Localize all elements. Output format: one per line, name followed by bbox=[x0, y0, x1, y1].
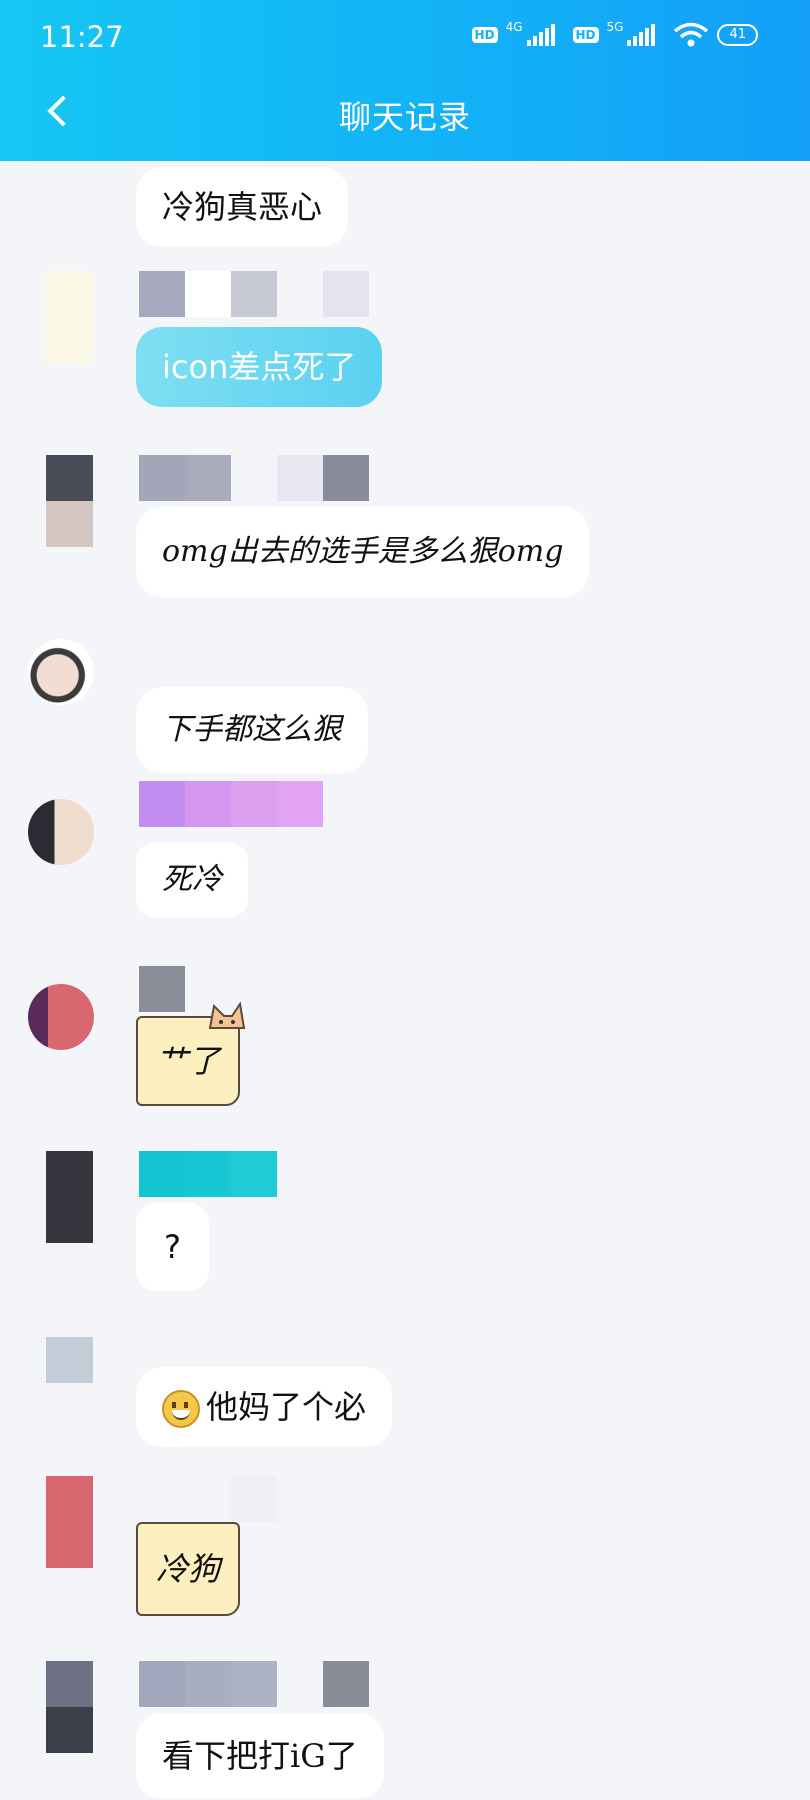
network-4g-label: 4G bbox=[505, 20, 523, 34]
sender-name-masked bbox=[139, 1661, 369, 1707]
avatar[interactable] bbox=[46, 271, 93, 363]
battery-icon: 41 bbox=[717, 24, 758, 46]
avatar[interactable] bbox=[28, 799, 94, 865]
app-header: 11:27 HD 4G HD 5G 41 聊天记录 bbox=[0, 0, 810, 161]
avatar[interactable] bbox=[46, 1661, 93, 1753]
cat-icon bbox=[208, 1001, 246, 1029]
hd-icon: HD bbox=[471, 27, 498, 43]
sender-name-masked bbox=[139, 1476, 277, 1522]
avatar[interactable] bbox=[46, 455, 93, 547]
wifi-icon bbox=[674, 22, 709, 47]
sender-name-masked bbox=[139, 455, 369, 501]
message-bubble[interactable]: icon差点死了 bbox=[136, 327, 383, 407]
avatar[interactable] bbox=[46, 1476, 93, 1568]
sender-name-masked bbox=[139, 781, 323, 827]
signal-icon-2 bbox=[627, 24, 656, 46]
message-bubble[interactable]: 死冷 bbox=[136, 843, 248, 917]
avatar[interactable] bbox=[46, 1151, 93, 1243]
message-bubble[interactable]: 下手都这么狠 bbox=[136, 687, 368, 773]
message-sticker[interactable]: 艹了 bbox=[136, 1001, 246, 1106]
status-time: 11:27 bbox=[40, 20, 124, 54]
sticker-text: 艹了 bbox=[156, 1042, 221, 1080]
network-5g-label: 5G bbox=[606, 20, 624, 34]
message-bubble[interactable]: 冷狗真恶心 bbox=[136, 167, 349, 247]
status-icons: HD 4G HD 5G 41 bbox=[471, 20, 758, 48]
signal-icon bbox=[526, 24, 555, 46]
avatar[interactable] bbox=[28, 984, 94, 1050]
hd-icon-2: HD bbox=[572, 27, 599, 43]
avatar[interactable] bbox=[28, 639, 94, 705]
message-bubble[interactable]: ? bbox=[136, 1203, 209, 1291]
sender-name-masked bbox=[139, 1151, 277, 1197]
message-text: 他妈了个必 bbox=[206, 1388, 367, 1426]
grinning-face-icon bbox=[162, 1390, 200, 1428]
sender-name-masked bbox=[139, 271, 369, 317]
page-title: 聊天记录 bbox=[338, 98, 471, 136]
sender-name-masked bbox=[139, 966, 185, 1012]
message-sticker[interactable]: 冷狗 bbox=[136, 1522, 241, 1616]
avatar[interactable] bbox=[46, 1337, 93, 1383]
message-bubble[interactable]: omg出去的选手是多么狠omg bbox=[136, 507, 590, 597]
message-bubble[interactable]: 看下把打iG了 bbox=[136, 1713, 384, 1799]
message-bubble[interactable]: 他妈了个必 bbox=[136, 1367, 393, 1447]
